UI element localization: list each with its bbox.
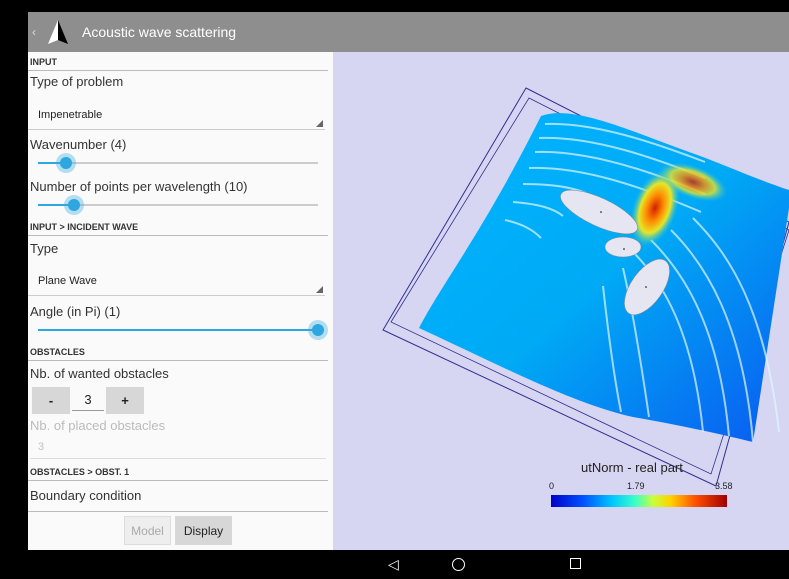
- screen: ‹ Acoustic wave scattering INPUT Type of…: [0, 0, 789, 579]
- colorbar-max-label: 3.58: [715, 481, 733, 491]
- section-obstacle-1: OBSTACLES > OBST. 1: [28, 464, 328, 481]
- slider-fill: [38, 329, 318, 331]
- back-chevron-icon[interactable]: ‹: [32, 25, 42, 39]
- wanted-obstacles-stepper: - 3 +: [32, 386, 144, 414]
- settings-panel: ‹ Acoustic wave scattering INPUT Type of…: [28, 12, 333, 550]
- visualization-panel[interactable]: utNorm - real part 0 1.79 3.58: [333, 12, 789, 550]
- app-logo-icon: [48, 20, 68, 44]
- colorbar-mid-label: 1.79: [627, 481, 645, 491]
- dropdown-arrow-icon: [316, 120, 323, 127]
- app-title: Acoustic wave scattering: [82, 24, 237, 40]
- slider-knob[interactable]: [60, 157, 72, 169]
- wanted-obstacles-label: Nb. of wanted obstacles: [30, 366, 169, 381]
- type-of-problem-value: Impenetrable: [38, 109, 103, 121]
- wavenumber-label: Wavenumber (4): [30, 137, 127, 152]
- nav-home-icon[interactable]: [452, 558, 465, 571]
- wave-surface: [419, 113, 789, 442]
- section-incident-wave: INPUT > INCIDENT WAVE: [28, 219, 328, 236]
- decrement-button[interactable]: -: [32, 386, 70, 414]
- boundary-condition-label: Boundary condition: [30, 488, 142, 503]
- points-per-wavelength-label: Number of points per wavelength (10): [30, 179, 248, 194]
- placed-obstacles-label: Nb. of placed obstacles: [30, 418, 166, 433]
- angle-slider[interactable]: [38, 319, 328, 341]
- model-button[interactable]: Model: [124, 516, 171, 545]
- wave-surface-plot[interactable]: [333, 12, 789, 550]
- placed-obstacles-field: 3: [30, 437, 326, 459]
- wave-type-label: Type: [30, 241, 59, 256]
- angle-label: Angle (in Pi) (1): [30, 304, 121, 319]
- placed-obstacles-value: 3: [38, 441, 45, 453]
- display-button[interactable]: Display: [175, 516, 232, 545]
- wavenumber-slider[interactable]: [38, 152, 318, 174]
- increment-button[interactable]: +: [106, 386, 144, 414]
- type-of-problem-label: Type of problem: [30, 74, 124, 89]
- obstacle-3-center: [645, 286, 647, 288]
- points-per-wavelength-slider[interactable]: [38, 194, 318, 216]
- type-of-problem-dropdown[interactable]: Impenetrable: [28, 100, 325, 130]
- slider-knob[interactable]: [68, 199, 80, 211]
- app-bar: ‹ Acoustic wave scattering: [28, 12, 333, 52]
- colorbar-min-label: 0: [549, 481, 555, 491]
- slider-knob[interactable]: [312, 324, 324, 336]
- obstacle-2-center: [623, 248, 625, 250]
- wave-type-dropdown[interactable]: Plane Wave: [28, 266, 325, 296]
- wanted-obstacles-value[interactable]: 3: [72, 389, 104, 411]
- system-navigation-bar: ◁: [0, 550, 789, 579]
- section-obstacles: OBSTACLES: [28, 344, 328, 361]
- section-input: INPUT: [28, 54, 328, 71]
- colorbar: [551, 495, 727, 507]
- nav-recents-icon[interactable]: [570, 558, 581, 569]
- slider-track: [38, 162, 318, 164]
- colorbar-title: utNorm - real part: [581, 460, 683, 475]
- action-bar: Model Display: [28, 516, 333, 546]
- divider: [28, 511, 328, 512]
- wave-type-value: Plane Wave: [38, 275, 97, 287]
- nav-back-icon[interactable]: ◁: [388, 556, 399, 573]
- dropdown-arrow-icon: [316, 286, 323, 293]
- obstacle-1-center: [600, 211, 602, 213]
- obstacle-2[interactable]: [604, 236, 642, 258]
